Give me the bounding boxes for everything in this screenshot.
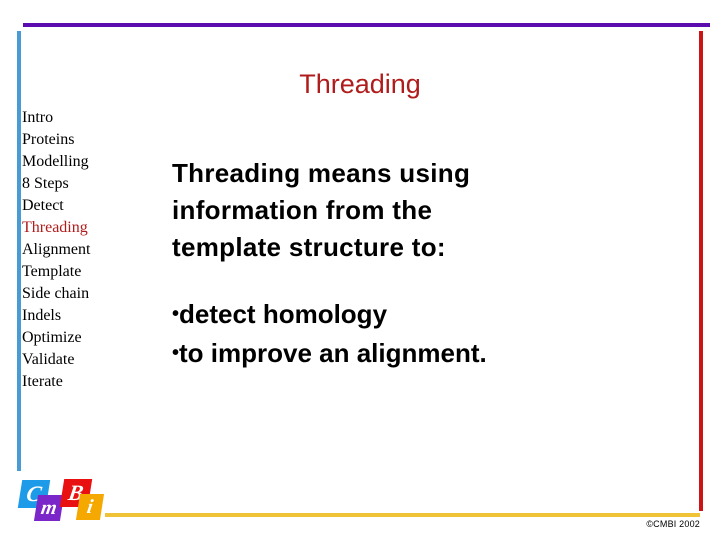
sidebar-item-8-steps[interactable]: 8 Steps [22,173,132,195]
bullet-glyph-icon: • [172,303,180,325]
sidebar-item-side-chain[interactable]: Side chain [22,283,132,305]
sidebar-nav: Intro Proteins Modelling 8 Steps Detect Threa… [22,107,132,393]
sidebar-item-indels[interactable]: Indels [22,305,132,327]
content-heading: Threading means using information from th… [172,155,672,266]
content-heading-line: Threading means using [172,158,471,188]
copyright-notice: ©CMBI 2002 [646,519,700,529]
sidebar-item-modelling[interactable]: Modelling [22,151,132,173]
sidebar-item-intro[interactable]: Intro [22,107,132,129]
bullet-list: •detect homology •to improve an alignment… [172,295,672,373]
main-content: Threading means using information from th… [172,155,672,373]
sidebar-item-validate[interactable]: Validate [22,349,132,371]
sidebar-item-proteins[interactable]: Proteins [22,129,132,151]
bullet-item: •detect homology [172,295,672,334]
bullet-glyph-icon: • [172,342,180,364]
logo-tile-m: m [33,495,65,521]
sidebar-item-detect[interactable]: Detect [22,195,132,217]
slide-canvas: Threading Intro Proteins Modelling 8 Steps D… [0,0,720,540]
cmbi-logo: CmBi [17,479,108,527]
left-blue-rule [17,31,21,471]
sidebar-item-template[interactable]: Template [22,261,132,283]
bottom-gold-rule [105,513,700,517]
right-red-rule [699,31,703,511]
sidebar-item-optimize[interactable]: Optimize [22,327,132,349]
content-heading-line: information from the [172,195,433,225]
bullet-text: detect homology [179,299,388,329]
bullet-text: to improve an alignment. [179,338,487,368]
content-heading-line: template structure to: [172,232,446,262]
page-title: Threading [299,69,421,99]
sidebar-item-threading[interactable]: Threading [22,217,132,239]
top-purple-rule [23,23,710,27]
sidebar-item-iterate[interactable]: Iterate [22,371,132,393]
sidebar-item-alignment[interactable]: Alignment [22,239,132,261]
logo-tile-i: i [75,494,105,520]
bullet-item: •to improve an alignment. [172,334,672,373]
